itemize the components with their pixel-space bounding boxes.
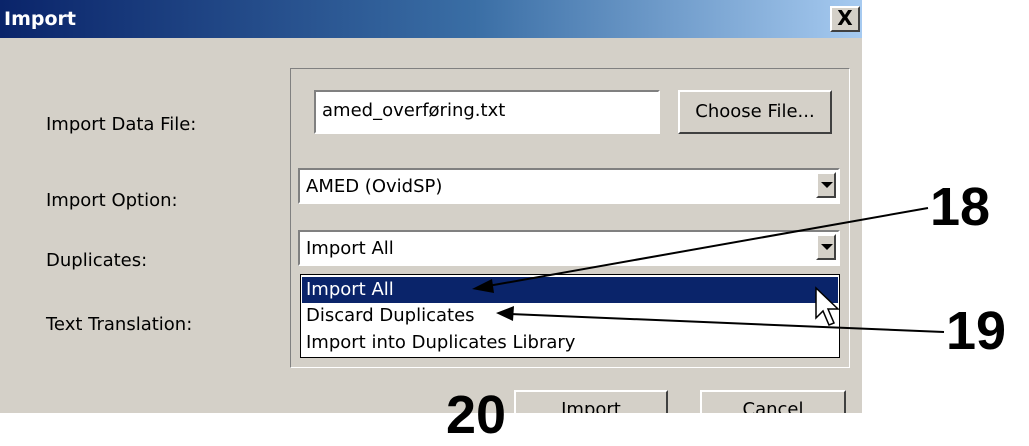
arrowhead-18: [472, 279, 494, 293]
mouse-cursor-icon: [815, 286, 840, 326]
arrow-18: [487, 207, 929, 287]
callout-20: 20: [446, 385, 507, 445]
callout-arrows: [472, 207, 945, 333]
callout-19: 19: [946, 301, 1007, 361]
arrowhead-19: [496, 306, 514, 321]
callout-18: 18: [930, 177, 991, 237]
arrow-19: [509, 313, 945, 333]
